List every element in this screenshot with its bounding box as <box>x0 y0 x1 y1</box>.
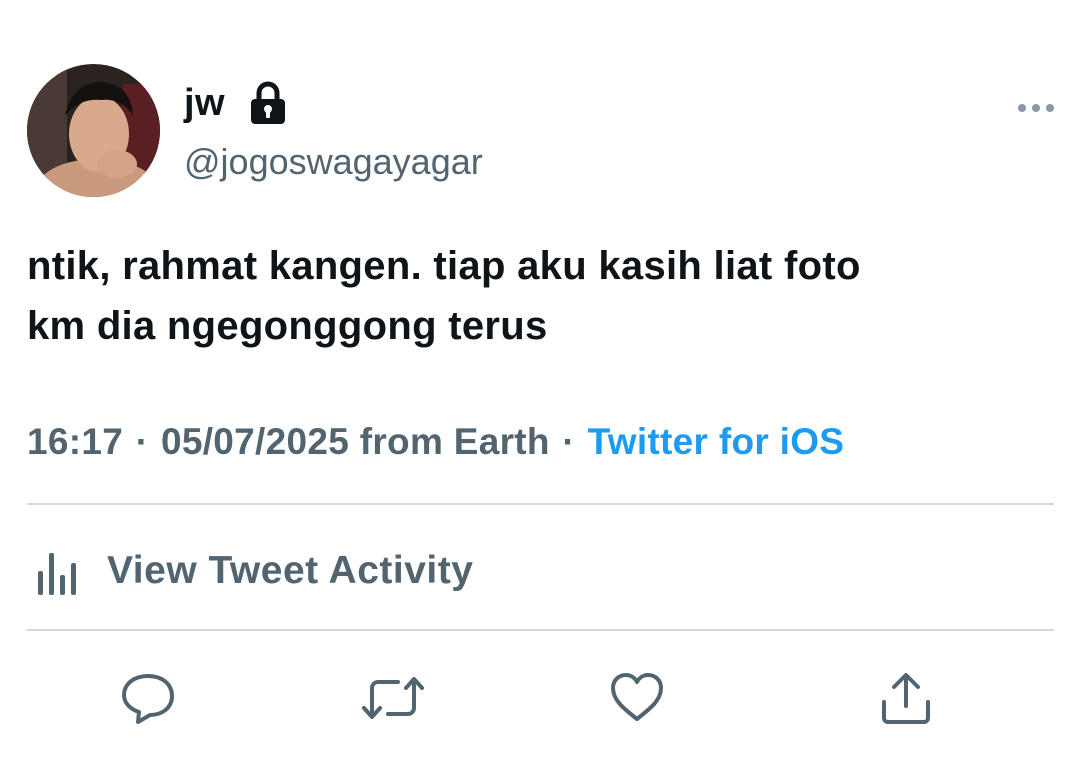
tweet-date: 05/07/2025 <box>160 421 350 462</box>
lock-icon <box>251 81 285 124</box>
share-button[interactable] <box>878 670 934 726</box>
tweet-location: from Earth <box>359 421 550 462</box>
tweet-text-line: km dia ngegonggong terus <box>27 304 548 348</box>
like-button[interactable] <box>609 670 665 726</box>
separator: · <box>562 421 576 462</box>
reply-icon <box>122 674 174 724</box>
tweet-text-line: ntik, rahmat kangen. tiap aku kasih liat… <box>27 244 861 288</box>
retweet-icon <box>362 677 424 719</box>
view-tweet-activity-label: View Tweet Activity <box>107 549 474 592</box>
view-tweet-activity-button[interactable]: View Tweet Activity <box>27 541 473 601</box>
retweet-button[interactable] <box>362 670 424 726</box>
separator: · <box>135 421 149 462</box>
reply-button[interactable] <box>120 670 176 726</box>
share-icon <box>882 673 930 724</box>
heart-icon <box>611 673 663 721</box>
divider <box>27 629 1054 631</box>
author-handle[interactable]: @jogoswagayagar <box>184 140 483 184</box>
more-options-icon[interactable] <box>1016 98 1056 118</box>
tweet-metadata: 16:17 · 05/07/2025 from Earth · Twitter … <box>27 418 844 466</box>
tweet-source-link[interactable]: Twitter for iOS <box>588 421 845 462</box>
tweet-time: 16:17 <box>27 421 124 462</box>
analytics-icon <box>38 553 76 595</box>
author-display-name[interactable]: jw <box>184 80 225 126</box>
tweet-text: ntik, rahmat kangen. tiap aku kasih liat… <box>27 236 1057 356</box>
avatar[interactable] <box>27 64 160 197</box>
divider <box>27 503 1054 505</box>
